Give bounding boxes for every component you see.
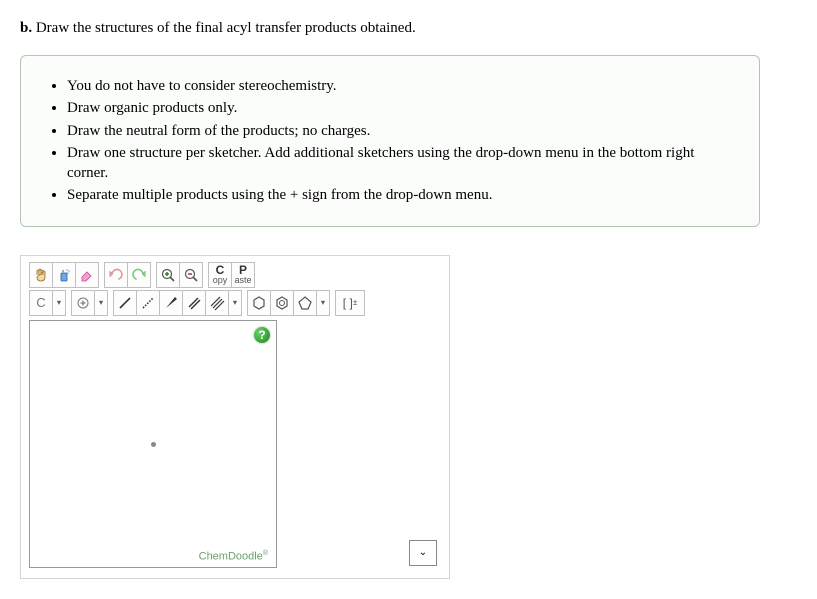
benzene-button[interactable] (270, 290, 294, 316)
bracket-pm: ± (353, 298, 357, 307)
spray-clear-icon (56, 267, 72, 283)
paste-small-label: aste (234, 276, 251, 285)
sketcher-panel: C opy P aste C ▾ ▾ (20, 255, 450, 579)
hand-icon (33, 267, 49, 283)
chevron-down-icon: ▾ (321, 298, 325, 307)
sketcher-canvas[interactable]: ? ChemDoodle® (29, 320, 277, 568)
charge-plus-icon (75, 295, 91, 311)
single-bond-button[interactable] (113, 290, 137, 316)
double-bond-button[interactable] (182, 290, 206, 316)
brand-text: ChemDoodle (199, 551, 263, 563)
chemdoodle-brand: ChemDoodle® (199, 550, 268, 563)
instruction-item: Draw organic products only. (67, 98, 735, 118)
cyclopentane-button[interactable] (293, 290, 317, 316)
help-button[interactable]: ? (254, 327, 270, 343)
move-tool-button[interactable] (29, 262, 53, 288)
element-button[interactable]: C (29, 290, 53, 316)
triple-bond-icon (209, 295, 225, 311)
canvas-starting-atom[interactable] (151, 442, 156, 447)
brand-reg: ® (263, 550, 268, 557)
toolbar-row-top: C opy P aste (29, 262, 441, 288)
instruction-item: Separate multiple products using the + s… (67, 185, 735, 205)
undo-icon (108, 267, 124, 283)
instruction-item: Draw one structure per sketcher. Add add… (67, 143, 735, 184)
cyclohexane-button[interactable] (247, 290, 271, 316)
wedge-bond-icon (163, 295, 179, 311)
recessed-bond-button[interactable] (136, 290, 160, 316)
paste-button[interactable]: P aste (231, 262, 255, 288)
part-letter: b. (20, 20, 32, 36)
erase-button[interactable] (75, 262, 99, 288)
bracket-label: [ ] (343, 296, 353, 310)
canvas-wrap: ? ChemDoodle® (29, 320, 441, 568)
element-label: C (36, 295, 45, 310)
help-icon-label: ? (258, 328, 265, 342)
redo-button[interactable] (127, 262, 151, 288)
question-prompt: b. Draw the structures of the final acyl… (20, 20, 797, 37)
toolbar-row-bottom: C ▾ ▾ (29, 290, 441, 316)
wedge-bond-button[interactable] (159, 290, 183, 316)
instruction-list: You do not have to consider stereochemis… (35, 76, 735, 206)
chevron-down-icon: ▾ (99, 298, 103, 307)
zoom-out-button[interactable] (179, 262, 203, 288)
single-bond-icon (117, 295, 133, 311)
bracket-button[interactable]: [ ]± (335, 290, 365, 316)
hexagon-icon (251, 295, 267, 311)
instruction-item: You do not have to consider stereochemis… (67, 76, 735, 96)
chevron-down-icon: ▾ (57, 298, 61, 307)
pentagon-icon (297, 295, 313, 311)
charge-button[interactable] (71, 290, 95, 316)
prompt-text: Draw the structures of the final acyl tr… (36, 20, 416, 36)
instruction-item: Draw the neutral form of the products; n… (67, 121, 735, 141)
redo-icon (131, 267, 147, 283)
add-sketcher-dropdown[interactable]: ⌄ (409, 540, 437, 566)
zoom-in-button[interactable] (156, 262, 180, 288)
zoom-out-icon (183, 267, 199, 283)
triple-bond-button[interactable] (205, 290, 229, 316)
bond-dropdown[interactable]: ▾ (228, 290, 242, 316)
dashed-bond-icon (140, 295, 156, 311)
eraser-icon (79, 267, 95, 283)
chevron-down-icon: ⌄ (419, 547, 427, 558)
charge-dropdown[interactable]: ▾ (94, 290, 108, 316)
benzene-icon (274, 295, 290, 311)
copy-button[interactable]: C opy (208, 262, 232, 288)
undo-button[interactable] (104, 262, 128, 288)
copy-small-label: opy (213, 276, 228, 285)
zoom-in-icon (160, 267, 176, 283)
chevron-down-icon: ▾ (233, 298, 237, 307)
instruction-box: You do not have to consider stereochemis… (20, 55, 760, 227)
ring-dropdown[interactable]: ▾ (316, 290, 330, 316)
element-dropdown[interactable]: ▾ (52, 290, 66, 316)
clear-button[interactable] (52, 262, 76, 288)
double-bond-icon (186, 295, 202, 311)
